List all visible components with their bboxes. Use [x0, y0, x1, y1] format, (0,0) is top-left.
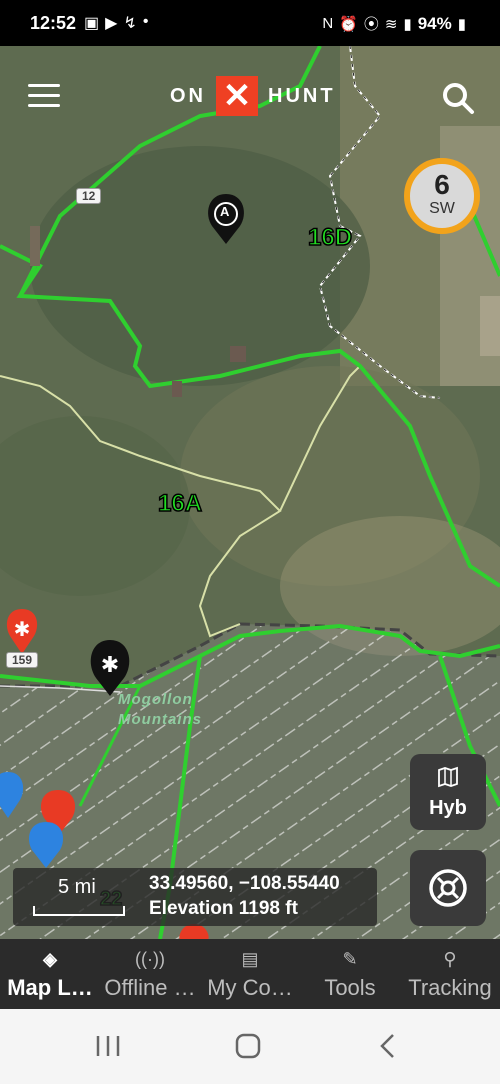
elevation: Elevation 1198 ft	[149, 898, 298, 919]
nav-my-content-label: My Co…	[207, 975, 293, 1000]
tracking-icon: ⚲	[443, 949, 457, 969]
basemap-layer-label: Hyb	[429, 797, 467, 819]
logo-x-mark: ✕	[216, 76, 258, 116]
image-icon: ▣	[84, 15, 100, 32]
battery-percent: 94%	[417, 13, 452, 33]
nav-offline-label: Offline …	[104, 975, 196, 1000]
map-view[interactable]: ✱ ✱ ON ✕ HUNT 6 SW 16D 16A 22 12 159 Mog…	[0, 46, 500, 939]
bottom-nav: ◈ Map L… ((·)) Offline … ▤ My Co… ✎ Tool…	[0, 939, 500, 1009]
back-icon[interactable]	[378, 1033, 398, 1059]
logo-text-on: ON	[170, 84, 206, 107]
unit-label-16a: 16A	[157, 489, 203, 518]
wind-indicator[interactable]: 6 SW	[404, 158, 480, 234]
onx-logo: ON ✕ HUNT	[170, 76, 336, 116]
scale-label: 5 mi	[58, 876, 96, 898]
status-time: 12:52	[30, 13, 77, 33]
logo-text-hunt: HUNT	[268, 84, 336, 107]
my-content-icon: ▤	[241, 949, 259, 969]
waypoint-pin-red[interactable]	[6, 609, 40, 655]
map-info-panel: 5 mi 33.49560, −108.55440 Elevation 1198…	[13, 868, 377, 926]
map-layers-icon: ◈	[43, 949, 57, 969]
scale-bar	[33, 906, 125, 916]
nav-offline-maps[interactable]: ((·)) Offline …	[100, 939, 200, 1009]
feature-label-line1: Mogollon	[118, 691, 193, 708]
feature-label-line2: Mountains	[118, 711, 202, 728]
missed-call-icon: ↯	[123, 15, 137, 32]
signal-icon: ▮	[403, 15, 412, 33]
status-bar: 12:52 ▣ ▶ ↯ • N ⏰ ⦿ ≋ ▮ 94% ▮	[0, 0, 500, 46]
nav-my-content[interactable]: ▤ My Co…	[200, 939, 300, 1009]
recent-apps-icon[interactable]	[94, 1033, 122, 1059]
nav-tracking[interactable]: ⚲ Tracking	[400, 939, 500, 1009]
locate-button[interactable]	[410, 850, 486, 926]
nav-tracking-label: Tracking	[408, 975, 492, 1000]
alarm-icon: ⏰	[339, 15, 358, 33]
unit-label-16d: 16D	[307, 223, 353, 252]
menu-button[interactable]	[28, 84, 60, 108]
waypoint-pin-a[interactable]: A	[208, 194, 244, 244]
nav-tools-label: Tools	[324, 975, 376, 1000]
coordinates: 33.49560, −108.55440	[149, 873, 340, 894]
road-shield-12: 12	[76, 188, 102, 204]
nav-tools[interactable]: ✎ Tools	[300, 939, 400, 1009]
nav-map-layers-label: Map L…	[7, 975, 93, 1000]
nfc-icon: N	[322, 15, 334, 32]
battery-icon: ▮	[457, 15, 466, 33]
search-icon[interactable]	[440, 80, 476, 116]
basemap-layer-button[interactable]: Hyb	[410, 754, 486, 830]
system-icons: N ⏰ ⦿ ≋ ▮ 94% ▮	[322, 13, 466, 34]
notification-icons: ▣ ▶ ↯ •	[84, 13, 148, 33]
map-icon	[438, 766, 458, 788]
home-icon[interactable]	[234, 1033, 262, 1059]
tools-icon: ✎	[342, 949, 358, 969]
map-feature-label: Mogollon Mountains	[118, 690, 202, 730]
wifi-icon: ≋	[384, 15, 398, 33]
system-navigation-bar	[0, 1009, 500, 1084]
wind-speed: 6	[434, 169, 450, 200]
nav-map-layers[interactable]: ◈ Map L…	[0, 939, 100, 1009]
dot-icon: •	[142, 13, 149, 30]
locate-icon	[429, 869, 467, 907]
wind-direction: SW	[429, 200, 455, 217]
waypoint-pin-black[interactable]	[92, 640, 128, 696]
menu-icon-line	[28, 94, 60, 97]
youtube-icon: ▶	[105, 15, 118, 32]
waypoint-pin-label: A	[220, 204, 230, 219]
location-icon: ⦿	[363, 16, 379, 33]
menu-icon-line	[28, 84, 60, 87]
hunt-pin-blue[interactable]	[28, 822, 64, 868]
offline-icon: ((·))	[135, 949, 165, 969]
menu-icon-line	[28, 104, 60, 107]
